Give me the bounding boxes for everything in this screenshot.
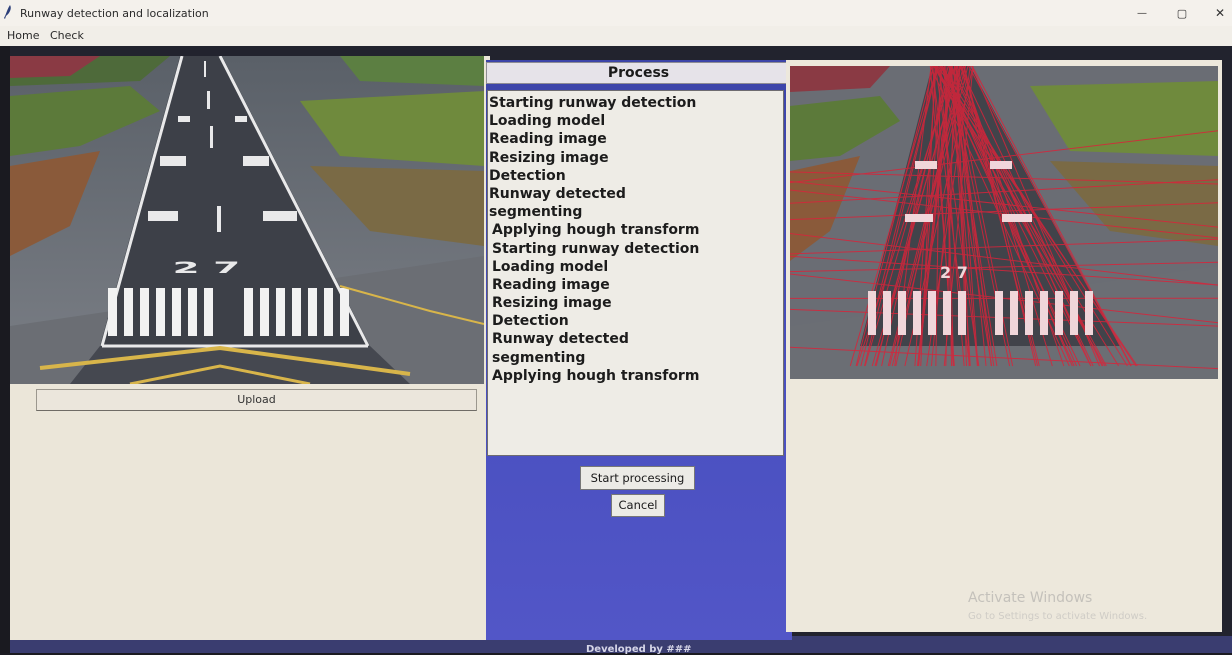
log-line: Detection bbox=[489, 167, 783, 185]
footer-credit: Developed by ### bbox=[586, 644, 692, 655]
log-line: segmenting bbox=[489, 349, 783, 367]
log-line: Reading image bbox=[489, 130, 783, 148]
restore-icon: ▢ bbox=[1177, 7, 1187, 20]
log-line: Resizing image bbox=[489, 294, 783, 312]
feather-icon bbox=[4, 5, 12, 19]
restore-button[interactable]: ▢ bbox=[1162, 0, 1202, 26]
log-line: Loading model bbox=[489, 258, 783, 276]
log-line: Runway detected bbox=[489, 330, 783, 348]
process-header: Process bbox=[486, 62, 791, 84]
minimize-icon: — bbox=[1137, 8, 1147, 19]
start-processing-button[interactable]: Start processing bbox=[580, 466, 695, 490]
log-line: Starting runway detection bbox=[489, 240, 783, 258]
runway-input-image: 2 7 bbox=[10, 56, 484, 384]
window-title: Runway detection and localization bbox=[20, 7, 209, 20]
log-line: Detection bbox=[489, 312, 783, 330]
log-line: Loading model bbox=[489, 112, 783, 130]
cancel-button[interactable]: Cancel bbox=[611, 494, 665, 517]
close-button[interactable]: ✕ bbox=[1200, 0, 1232, 26]
upload-button[interactable]: Upload bbox=[36, 389, 477, 411]
log-line: Runway detected bbox=[489, 185, 783, 203]
activate-windows-subtitle: Go to Settings to activate Windows. bbox=[968, 611, 1147, 622]
menu-bar: Home Check bbox=[0, 26, 1232, 46]
log-line: Starting runway detection bbox=[489, 94, 783, 112]
log-line: Resizing image bbox=[489, 149, 783, 167]
log-line: Applying hough transform bbox=[489, 367, 783, 385]
minimize-button[interactable]: — bbox=[1122, 0, 1162, 26]
svg-text:2 7: 2 7 bbox=[940, 263, 968, 282]
menu-check[interactable]: Check bbox=[50, 29, 84, 42]
log-line: Applying hough transform bbox=[489, 221, 783, 239]
title-bar: Runway detection and localization — ▢ ✕ bbox=[0, 0, 1232, 26]
activate-windows-title: Activate Windows bbox=[968, 590, 1092, 606]
log-line: segmenting bbox=[489, 203, 783, 221]
process-log[interactable]: Starting runway detectionLoading modelRe… bbox=[487, 90, 784, 456]
log-line: Reading image bbox=[489, 276, 783, 294]
menu-home[interactable]: Home bbox=[7, 29, 39, 42]
runway-output-image: 2 7 bbox=[790, 66, 1218, 379]
screen: Runway detection and localization — ▢ ✕ … bbox=[0, 0, 1232, 653]
window-frame-edge bbox=[0, 46, 10, 653]
svg-text:2 7: 2 7 bbox=[172, 259, 240, 277]
close-icon: ✕ bbox=[1215, 6, 1225, 20]
